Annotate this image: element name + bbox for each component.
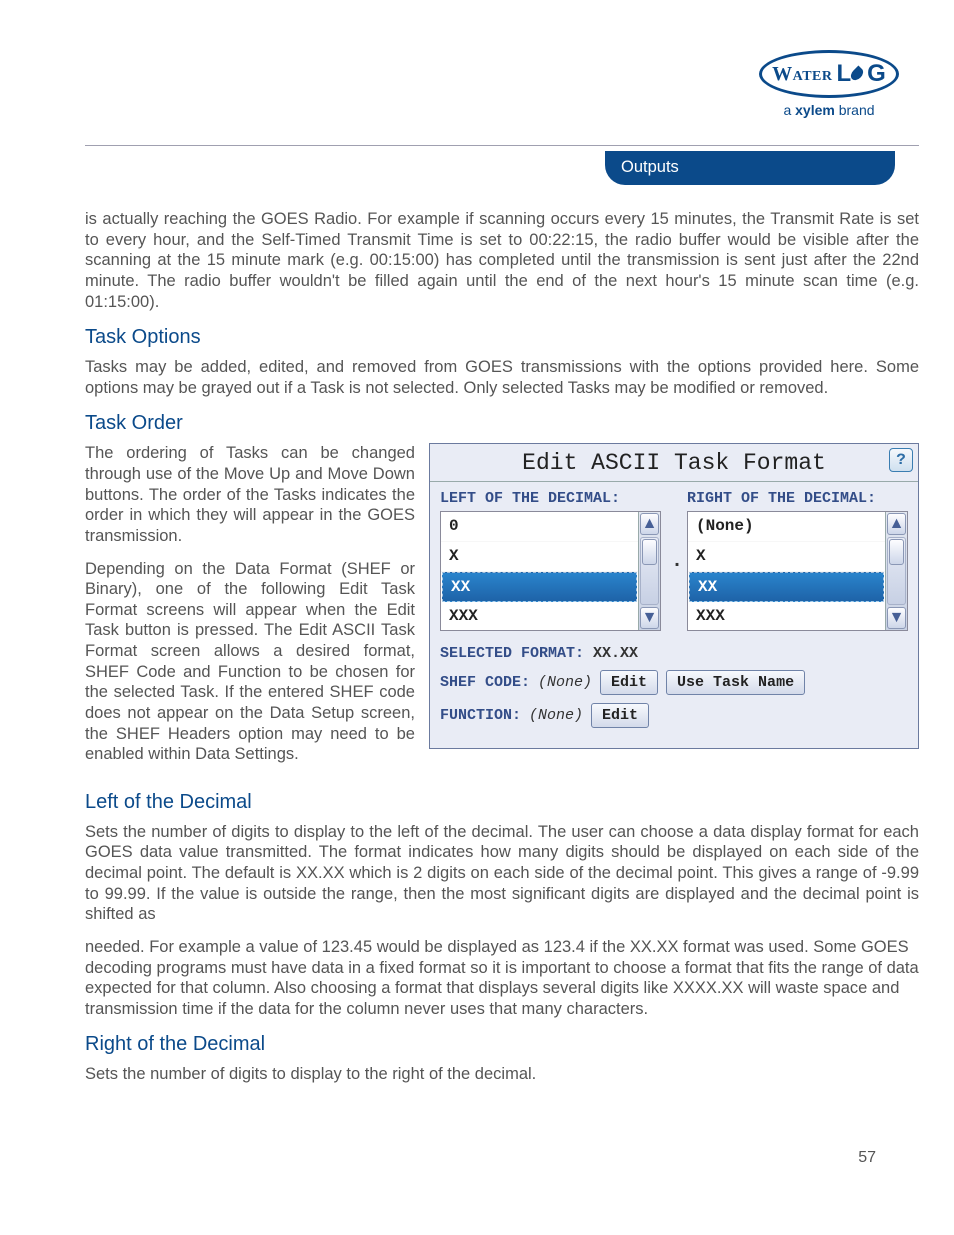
- task-options-paragraph: Tasks may be added, edited, and removed …: [85, 357, 919, 398]
- left-scrollbar[interactable]: ▲ ▼: [638, 512, 660, 630]
- right-option-x[interactable]: X: [688, 542, 885, 572]
- heading-left-of-decimal: Left of the Decimal: [85, 791, 919, 814]
- function-row: FUNCTION: (None) Edit: [440, 703, 908, 728]
- brand-tagline: a xylem brand: [759, 102, 899, 118]
- intro-paragraph: is actually reaching the GOES Radio. For…: [85, 209, 919, 312]
- right-option-xx[interactable]: XX: [689, 572, 884, 602]
- panel-title: Edit ASCII Task Format ?: [430, 444, 918, 481]
- function-edit-button[interactable]: Edit: [591, 703, 649, 728]
- scroll-track[interactable]: [640, 537, 659, 605]
- brand-logo: Water L G a xylem brand: [759, 50, 899, 118]
- right-option-xxx[interactable]: XXX: [688, 602, 885, 630]
- shef-code-row: SHEF CODE: (None) Edit Use Task Name: [440, 670, 908, 695]
- left-option-xx[interactable]: XX: [442, 572, 637, 602]
- heading-task-options: Task Options: [85, 326, 919, 349]
- left-option-0[interactable]: 0: [441, 512, 638, 542]
- page-number: 57: [858, 1149, 876, 1167]
- selected-format-value: XX.XX: [593, 645, 638, 662]
- logo-word-g: G: [867, 60, 886, 88]
- left-of-decimal-label: LEFT OF THE DECIMAL:: [440, 490, 661, 507]
- right-of-decimal-listbox[interactable]: (None) X XX XXX ▲ ▼: [687, 511, 908, 631]
- heading-right-of-decimal: Right of the Decimal: [85, 1033, 919, 1056]
- scroll-down-icon[interactable]: ▼: [887, 607, 906, 629]
- right-option-none[interactable]: (None): [688, 512, 885, 542]
- left-of-decimal-paragraph-2: needed. For example a value of 123.45 wo…: [85, 937, 919, 1020]
- function-value: (None): [529, 707, 583, 724]
- selected-format-row: SELECTED FORMAT: XX.XX: [440, 645, 908, 662]
- left-of-decimal-paragraph-1: Sets the number of digits to display to …: [85, 822, 919, 925]
- logo-word-water: Water: [772, 63, 832, 86]
- shef-edit-button[interactable]: Edit: [600, 670, 658, 695]
- scroll-down-icon[interactable]: ▼: [640, 607, 659, 629]
- task-order-paragraph-2: Depending on the Data Format (SHEF or Bi…: [85, 559, 415, 765]
- edit-ascii-task-format-panel: Edit ASCII Task Format ? LEFT OF THE DEC…: [429, 443, 919, 749]
- left-of-decimal-listbox[interactable]: 0 X XX XXX ▲ ▼: [440, 511, 661, 631]
- water-drop-icon: [849, 66, 866, 83]
- header-divider: Outputs: [85, 145, 919, 181]
- scroll-track[interactable]: [887, 537, 906, 605]
- scroll-up-icon[interactable]: ▲: [887, 513, 906, 535]
- help-icon[interactable]: ?: [889, 448, 913, 472]
- use-task-name-button[interactable]: Use Task Name: [666, 670, 805, 695]
- logo-word-l: L: [837, 60, 852, 88]
- right-of-decimal-label: RIGHT OF THE DECIMAL:: [687, 490, 908, 507]
- right-scrollbar[interactable]: ▲ ▼: [885, 512, 907, 630]
- decimal-dot: .: [671, 550, 677, 631]
- right-of-decimal-paragraph: Sets the number of digits to display to …: [85, 1064, 919, 1085]
- section-tab-outputs: Outputs: [605, 151, 895, 185]
- heading-task-order: Task Order: [85, 412, 919, 435]
- scroll-up-icon[interactable]: ▲: [640, 513, 659, 535]
- left-option-x[interactable]: X: [441, 542, 638, 572]
- shef-code-value: (None): [538, 674, 592, 691]
- task-order-paragraph-1: The ordering of Tasks can be changed thr…: [85, 443, 415, 546]
- left-option-xxx[interactable]: XXX: [441, 602, 638, 630]
